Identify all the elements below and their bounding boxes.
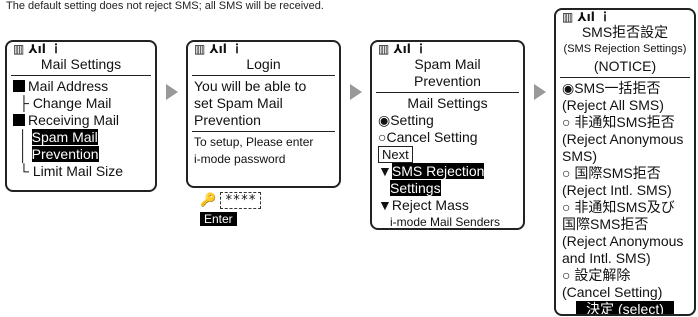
radio-reject-all[interactable]: ◉SMS一括拒否 <box>556 80 694 97</box>
label-reject-anonymous: (Reject Anonymous <box>562 131 684 147</box>
menu-item-limit-mail-size[interactable]: └ Limit Mail Size <box>7 163 155 180</box>
link-reject-mass-2: i-mode Mail Senders <box>390 215 501 229</box>
arrow-right-icon <box>166 84 178 100</box>
body-line: You will be able to <box>194 78 307 94</box>
select-button[interactable]: 決定 (select) <box>576 301 674 314</box>
sms-rejection-screen: ▥ ⅄ıl ｉ SMS拒否設定 (SMS Rejection Settings)… <box>554 8 696 316</box>
label-reject-all: (Reject All SMS) <box>562 97 664 113</box>
label-reject-anon-intl-3: and Intl. SMS) <box>562 250 651 266</box>
mail-settings-screen: ▥ ⅄ıl ｉ Mail Settings Mail Address ├ Cha… <box>5 40 157 192</box>
radio-reject-intl[interactable]: ○ 国際SMS拒否 <box>556 165 694 182</box>
link-sms-rejection[interactable]: ▼SMS Rejection <box>372 163 523 180</box>
screen-title: Spam Mail <box>414 56 481 72</box>
radio-setting[interactable]: ◉Setting <box>372 112 523 129</box>
section-label: Mail Settings <box>407 95 488 111</box>
screen-title: SMS拒否設定 <box>581 24 669 40</box>
arrow-right-icon <box>350 84 362 100</box>
screen-title-2: Prevention <box>414 73 481 89</box>
status-bar: ▥ ⅄ıl ｉ <box>194 42 244 56</box>
label-reject-anonymous-2: SMS) <box>562 148 597 164</box>
arrow-right-icon <box>534 84 546 100</box>
next-button[interactable]: Next <box>378 146 413 163</box>
menu-item-mail-address[interactable]: Mail Address <box>7 78 155 95</box>
screen-title: Login <box>246 56 281 72</box>
note-text: The default setting does not reject SMS;… <box>6 0 324 12</box>
body-line: Prevention <box>194 112 261 128</box>
enter-button[interactable]: Enter <box>200 212 237 226</box>
radio-cancel-setting[interactable]: ○Cancel Setting <box>372 129 523 146</box>
spam-prevention-screen: ▥ ⅄ıl ｉ Spam Mail Prevention Mail Settin… <box>370 40 525 230</box>
status-bar: ▥ ⅄ıl ｉ <box>13 42 63 56</box>
menu-item-change-mail[interactable]: ├ Change Mail <box>7 95 155 112</box>
label-reject-anon-intl-2: (Reject Anonymous <box>562 233 684 249</box>
prompt-line: To setup, Please enter <box>194 135 314 149</box>
label-reject-anon-intl: 国際SMS拒否 <box>562 216 649 232</box>
prompt-line: i-mode password <box>194 152 286 166</box>
login-screen: ▥ ⅄ıl ｉ Login You will be able to set Sp… <box>186 40 341 188</box>
menu-item-spam-mail-prevention-2: │ Prevention <box>19 146 99 162</box>
radio-reject-anonymous[interactable]: ○ 非通知SMS拒否 <box>556 114 694 131</box>
key-icon: 🔑 <box>200 192 217 207</box>
screen-title: Mail Settings <box>40 56 122 72</box>
radio-reject-anon-intl[interactable]: ○ 非通知SMS及び <box>556 199 694 216</box>
radio-cancel-setting[interactable]: ○ 設定解除 <box>556 267 694 284</box>
label-reject-intl: (Reject Intl. SMS) <box>562 182 672 198</box>
link-reject-mass[interactable]: ▼Reject Mass <box>372 197 523 214</box>
status-bar: ▥ ⅄ıl ｉ <box>562 10 612 24</box>
menu-item-receiving-mail[interactable]: Receiving Mail <box>7 112 155 129</box>
label-cancel-setting: (Cancel Setting) <box>562 284 663 300</box>
password-field[interactable]: 🔑 **** <box>200 192 262 209</box>
status-bar: ▥ ⅄ıl ｉ <box>378 42 428 56</box>
menu-item-spam-mail-prevention[interactable]: │ Spam Mail <box>7 129 155 146</box>
body-line: set Spam Mail <box>194 95 283 111</box>
notice-label: (NOTICE) <box>593 58 657 74</box>
screen-subtitle: (SMS Rejection Settings) <box>563 43 687 55</box>
link-sms-rejection-2: Settings <box>390 180 441 196</box>
